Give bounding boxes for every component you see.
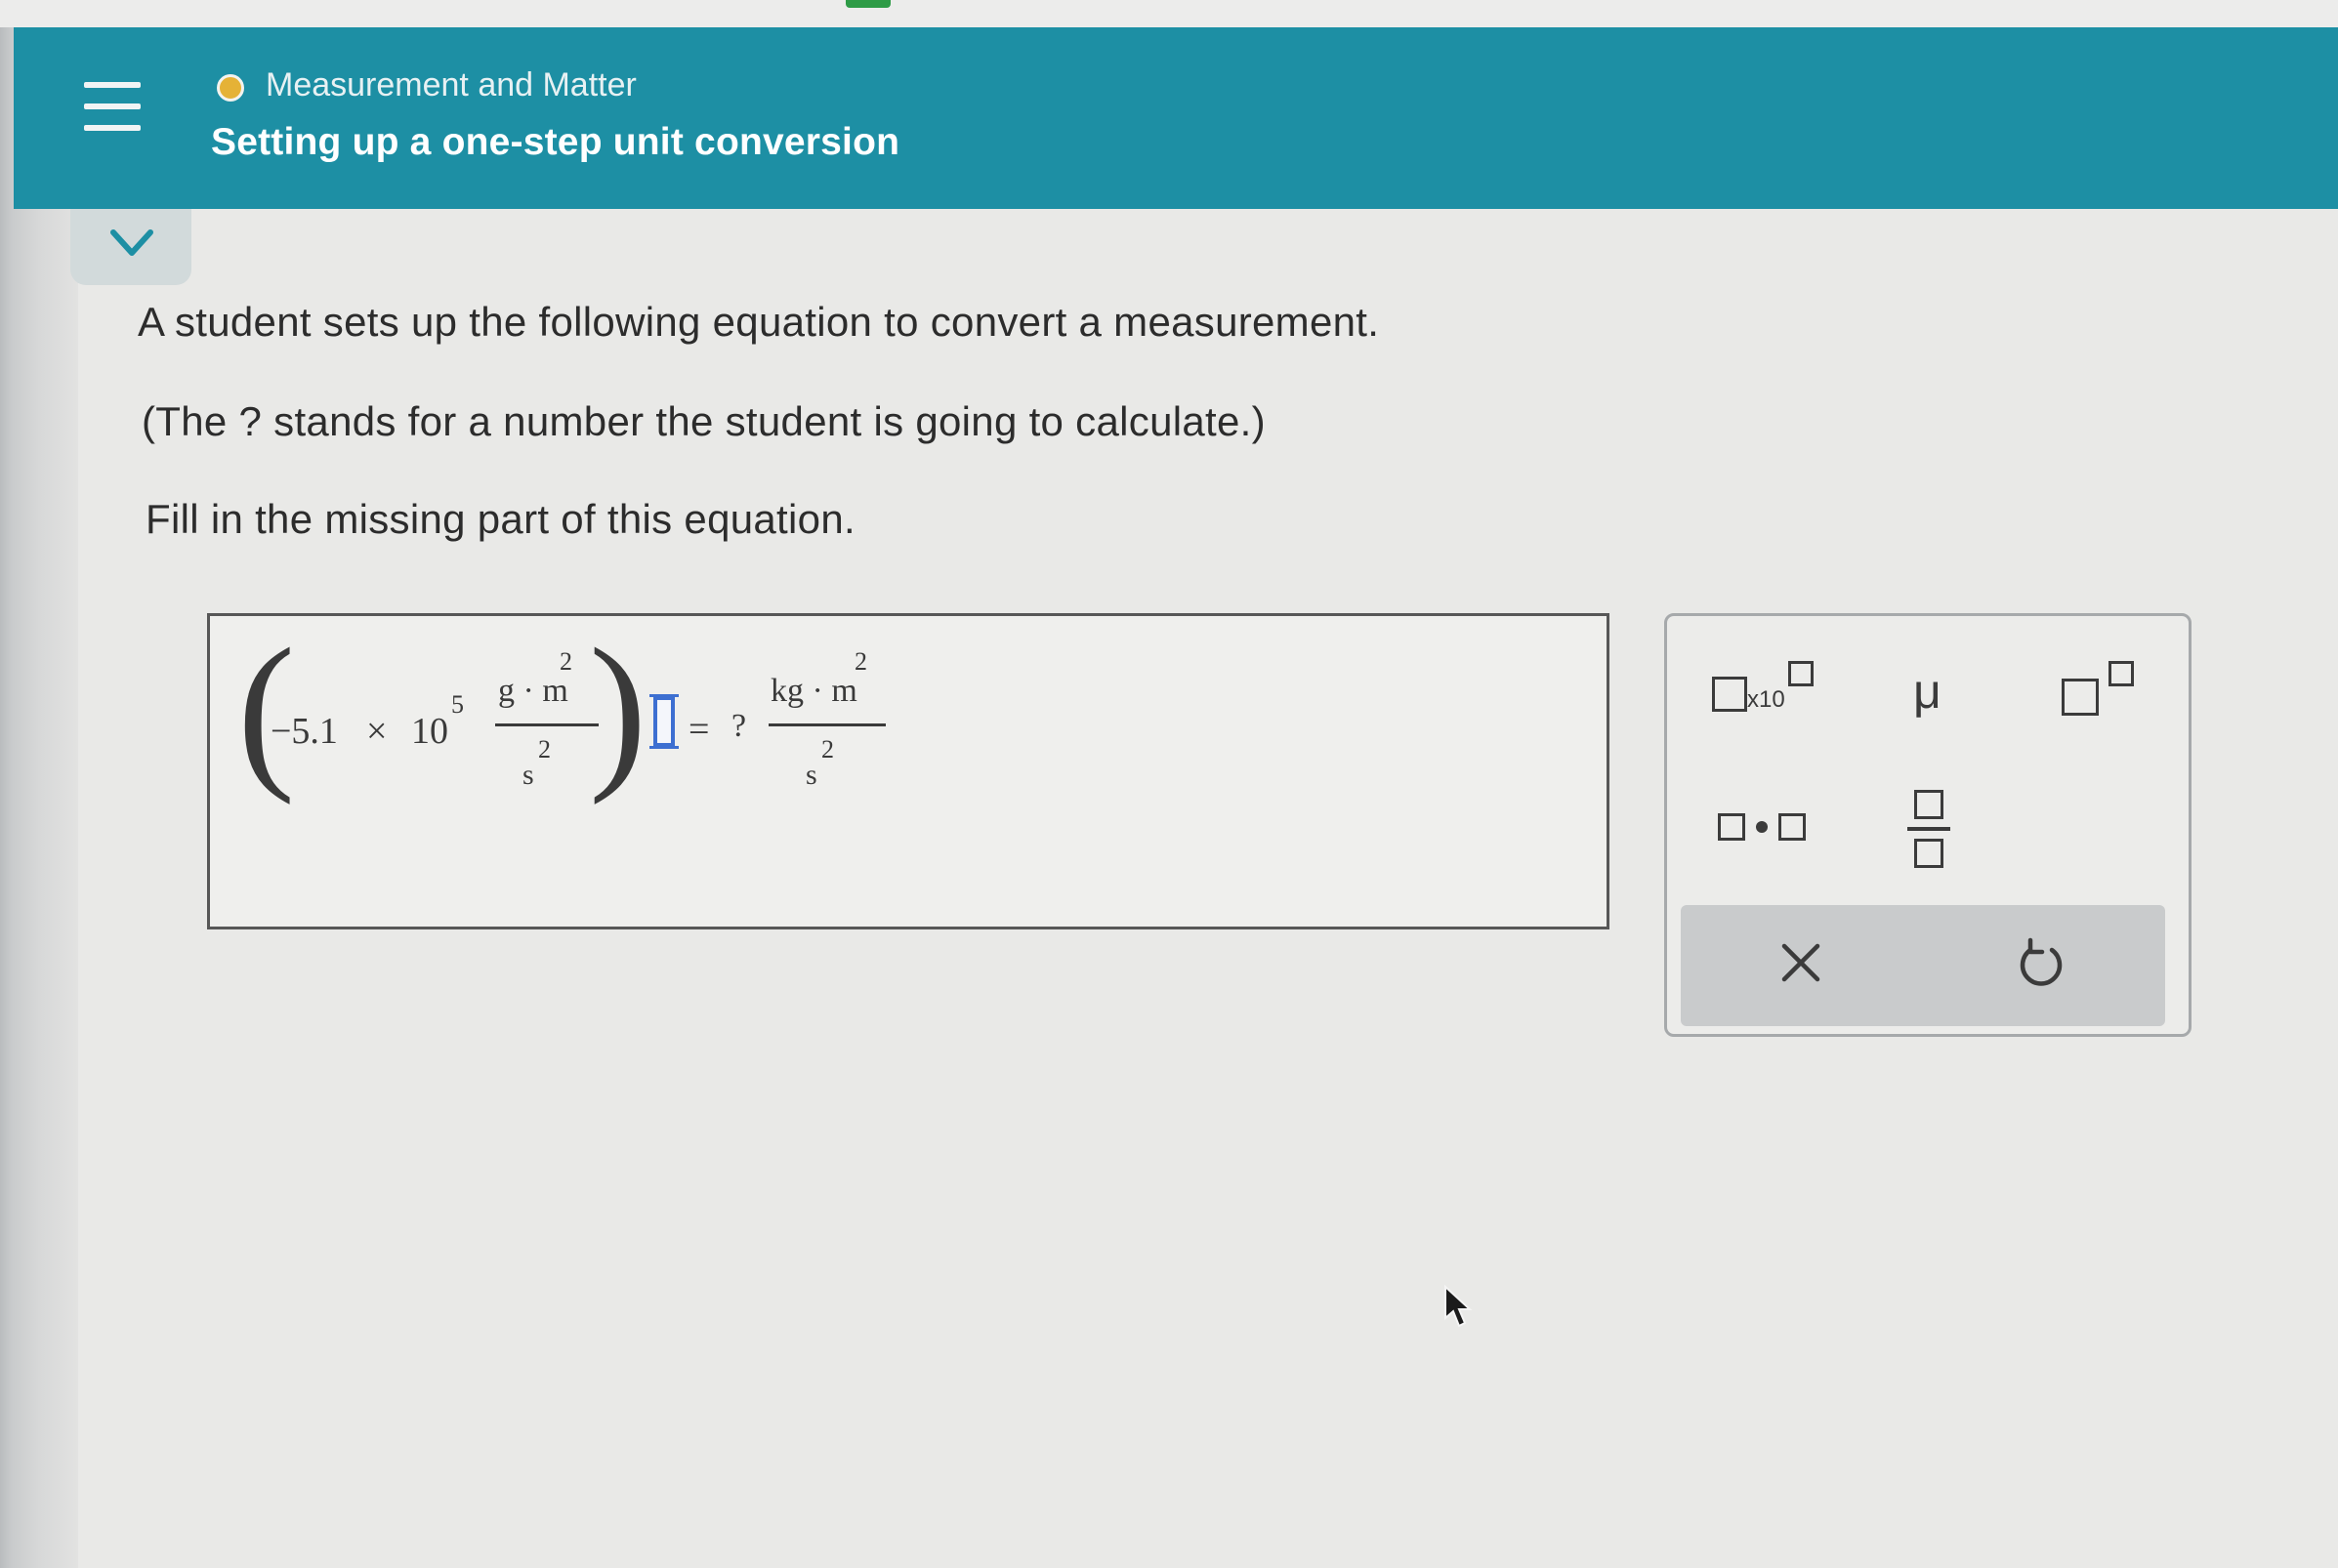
left-denominator-exponent: 2 bbox=[538, 735, 551, 763]
times-sign: × bbox=[366, 711, 388, 752]
menu-icon bbox=[84, 103, 141, 109]
micro-icon: μ bbox=[1913, 664, 1941, 719]
exponent-box-icon bbox=[1788, 661, 1814, 686]
multiply-dot: · bbox=[630, 709, 643, 750]
multiply-dot-button[interactable] bbox=[1704, 778, 1831, 876]
monitor-bezel bbox=[0, 0, 78, 1568]
topic-header bbox=[14, 27, 2338, 209]
right-numerator-exponent: 2 bbox=[855, 647, 867, 676]
chevron-down-icon bbox=[110, 229, 153, 256]
micro-button[interactable]: μ bbox=[1868, 647, 1995, 745]
screen: Measurement and Matter Setting up a one-… bbox=[0, 0, 2338, 1568]
answer-input-area[interactable]: ( −5.1 × 10 5 g · m 2 2 s ) · = ? kg · m… bbox=[207, 613, 1609, 929]
fraction-denominator-icon bbox=[1914, 839, 1943, 868]
palette-action-bar bbox=[1681, 905, 2165, 1026]
multiply-right-box-icon bbox=[1778, 813, 1806, 841]
page-title: Setting up a one-step unit conversion bbox=[211, 121, 900, 163]
missing-factor-input[interactable] bbox=[649, 694, 679, 749]
dot-icon bbox=[1756, 821, 1768, 833]
left-numerator: g · m bbox=[498, 673, 568, 709]
power-base: 10 bbox=[411, 711, 448, 752]
superscript-icon bbox=[2062, 679, 2099, 716]
mantissa: −5.1 bbox=[271, 711, 338, 752]
scientific-notation-icon bbox=[1712, 677, 1747, 712]
undo-icon bbox=[2020, 937, 2063, 986]
clear-icon bbox=[1781, 943, 1820, 982]
clear-button[interactable] bbox=[1737, 917, 1864, 1014]
left-denominator: s bbox=[522, 759, 534, 791]
unknown-value: ? bbox=[731, 708, 747, 744]
progress-status-dot bbox=[217, 74, 244, 102]
x10-label: x10 bbox=[1747, 686, 1785, 713]
fraction-icon bbox=[1914, 790, 1943, 819]
right-fraction-bar bbox=[769, 723, 886, 726]
left-parenthesis: ( bbox=[237, 612, 296, 805]
menu-button[interactable] bbox=[68, 59, 156, 146]
multiply-dot-icon bbox=[1718, 813, 1745, 841]
browser-tab-indicator bbox=[846, 0, 891, 8]
collapse-header-button[interactable] bbox=[70, 209, 191, 285]
power-exponent: 5 bbox=[451, 690, 464, 719]
math-palette: x10 μ bbox=[1664, 613, 2192, 1037]
question-line-1: A student sets up the following equation… bbox=[138, 299, 1380, 345]
menu-icon bbox=[84, 125, 141, 131]
undo-button[interactable] bbox=[1976, 917, 2103, 1014]
menu-icon bbox=[84, 82, 141, 88]
equals-sign: = bbox=[689, 709, 710, 750]
fraction-bar-icon bbox=[1907, 827, 1950, 831]
fraction-button[interactable] bbox=[1868, 778, 1995, 876]
superscript-exponent-icon bbox=[2108, 661, 2134, 686]
topic-label: Measurement and Matter bbox=[266, 66, 637, 103]
left-fraction-bar bbox=[495, 723, 599, 726]
right-denominator: s bbox=[806, 759, 817, 791]
right-denominator-exponent: 2 bbox=[821, 735, 834, 763]
scientific-notation-button[interactable]: x10 bbox=[1704, 647, 1831, 745]
question-line-2: (The ? stands for a number the student i… bbox=[142, 398, 1266, 444]
left-numerator-exponent: 2 bbox=[560, 647, 572, 676]
question-line-3: Fill in the missing part of this equatio… bbox=[146, 496, 856, 542]
right-numerator: kg · m bbox=[771, 673, 857, 709]
superscript-button[interactable] bbox=[2032, 647, 2159, 745]
browser-top-strip bbox=[0, 0, 2338, 27]
mouse-pointer-icon bbox=[1444, 1285, 1473, 1328]
